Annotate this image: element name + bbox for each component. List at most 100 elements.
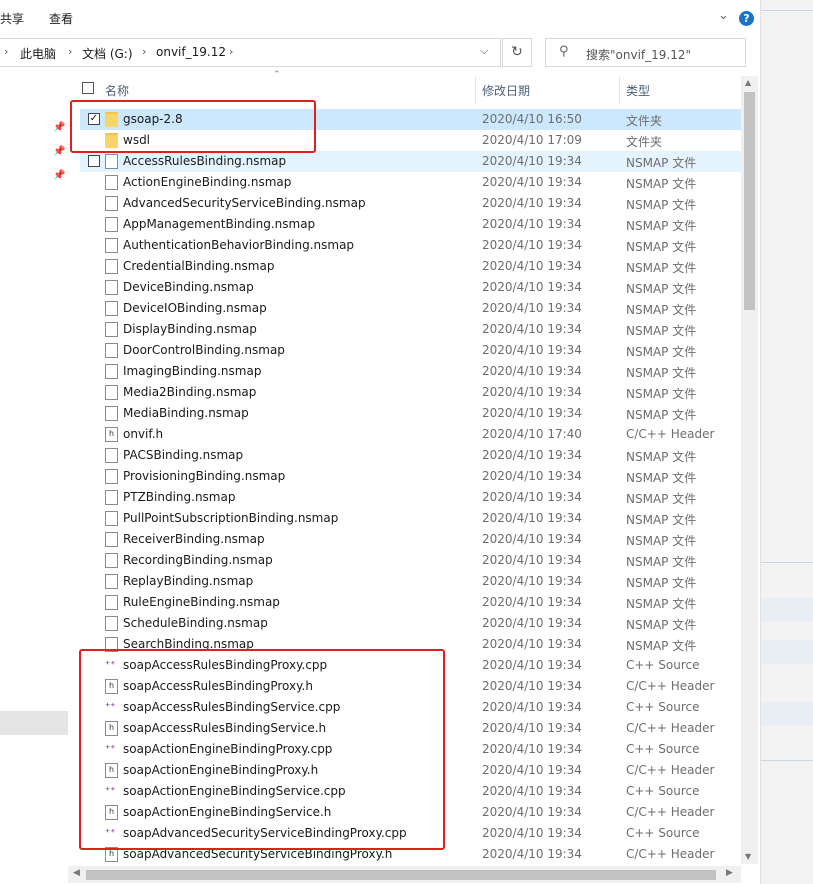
file-row[interactable]: PACSBinding.nsmap 2020/4/10 19:34 NSMAP 文件 bbox=[80, 445, 741, 466]
file-name[interactable]: ProvisioningBinding.nsmap bbox=[123, 469, 285, 483]
column-divider[interactable] bbox=[619, 76, 620, 104]
file-row[interactable]: RuleEngineBinding.nsmap 2020/4/10 19:34 NS… bbox=[80, 592, 741, 613]
search-box[interactable]: ⚲ 搜索"onvif_19.12" bbox=[545, 38, 746, 67]
file-name[interactable]: ReceiverBinding.nsmap bbox=[123, 532, 265, 546]
file-date: 2020/4/10 19:34 bbox=[482, 679, 582, 693]
row-checkbox[interactable] bbox=[88, 155, 100, 167]
file-row[interactable]: ProvisioningBinding.nsmap 2020/4/10 19:34… bbox=[80, 466, 741, 487]
pin-icon[interactable]: 📌 bbox=[53, 170, 65, 181]
file-name[interactable]: onvif.h bbox=[123, 427, 163, 441]
file-name[interactable]: PullPointSubscriptionBinding.nsmap bbox=[123, 511, 338, 525]
file-name[interactable]: AppManagementBinding.nsmap bbox=[123, 217, 315, 231]
file-row[interactable]: ActionEngineBinding.nsmap 2020/4/10 19:34… bbox=[80, 172, 741, 193]
file-name[interactable]: DeviceIOBinding.nsmap bbox=[123, 301, 267, 315]
ribbon-tab-share[interactable]: 共享 bbox=[0, 10, 24, 27]
vertical-scroll-thumb[interactable] bbox=[744, 92, 755, 310]
file-date: 2020/4/10 19:34 bbox=[482, 658, 582, 672]
select-all-checkbox[interactable] bbox=[82, 82, 94, 94]
ribbon-tab-view[interactable]: 查看 bbox=[49, 10, 73, 27]
file-row[interactable]: AppManagementBinding.nsmap 2020/4/10 19:3… bbox=[80, 214, 741, 235]
horizontal-scroll-thumb[interactable] bbox=[86, 870, 716, 880]
file-row[interactable]: onvif.h 2020/4/10 17:40 C/C++ Header bbox=[80, 424, 741, 445]
file-date: 2020/4/10 19:34 bbox=[482, 322, 582, 336]
file-date: 2020/4/10 19:34 bbox=[482, 490, 582, 504]
file-row[interactable]: ImagingBinding.nsmap 2020/4/10 19:34 NSMAP… bbox=[80, 361, 741, 382]
file-name[interactable]: DisplayBinding.nsmap bbox=[123, 322, 257, 336]
file-date: 2020/4/10 19:34 bbox=[482, 511, 582, 525]
column-divider[interactable] bbox=[475, 76, 476, 104]
file-row[interactable]: ReceiverBinding.nsmap 2020/4/10 19:34 NSMA… bbox=[80, 529, 741, 550]
breadcrumb-separator-icon[interactable]: › bbox=[229, 45, 233, 58]
file-row[interactable]: MediaBinding.nsmap 2020/4/10 19:34 NSMAP 文… bbox=[80, 403, 741, 424]
vertical-scrollbar[interactable]: ▲ ▼ bbox=[741, 76, 758, 864]
pin-icon[interactable]: 📌 bbox=[53, 122, 65, 133]
file-name[interactable]: DoorControlBinding.nsmap bbox=[123, 343, 285, 357]
file-name[interactable]: CredentialBinding.nsmap bbox=[123, 259, 274, 273]
file-row[interactable]: RecordingBinding.nsmap 2020/4/10 19:34 NSM… bbox=[80, 550, 741, 571]
help-icon[interactable]: ? bbox=[739, 11, 754, 26]
file-type: NSMAP 文件 bbox=[626, 597, 697, 611]
file-row[interactable]: ReplayBinding.nsmap 2020/4/10 19:34 NSMAP … bbox=[80, 571, 741, 592]
file-row[interactable]: AuthenticationBehaviorBinding.nsmap 2020/… bbox=[80, 235, 741, 256]
file-row[interactable]: Media2Binding.nsmap 2020/4/10 19:34 NSMAP … bbox=[80, 382, 741, 403]
file-row[interactable]: AccessRulesBinding.nsmap 2020/4/10 19:34 N… bbox=[80, 151, 741, 172]
file-name[interactable]: ActionEngineBinding.nsmap bbox=[123, 175, 291, 189]
file-row[interactable]: DeviceIOBinding.nsmap 2020/4/10 19:34 NSMA… bbox=[80, 298, 741, 319]
nsmap-file-icon bbox=[105, 217, 118, 232]
file-name[interactable]: AccessRulesBinding.nsmap bbox=[123, 154, 286, 168]
address-bar[interactable]: › 此电脑 › 文档 (G:) › onvif_19.12 › ⌵ bbox=[0, 38, 501, 67]
ribbon-expand-chevron-icon[interactable]: ⌄ bbox=[718, 8, 729, 23]
file-type: NSMAP 文件 bbox=[626, 240, 697, 254]
breadcrumb-this-pc[interactable]: 此电脑 bbox=[20, 45, 56, 62]
scroll-right-icon[interactable]: ▶ bbox=[726, 868, 733, 878]
file-type: NSMAP 文件 bbox=[626, 303, 697, 317]
scroll-up-icon[interactable]: ▲ bbox=[745, 78, 751, 87]
file-row[interactable]: PullPointSubscriptionBinding.nsmap 2020/4… bbox=[80, 508, 741, 529]
file-row[interactable]: DisplayBinding.nsmap 2020/4/10 19:34 NSMAP… bbox=[80, 319, 741, 340]
file-date: 2020/4/10 17:09 bbox=[482, 133, 582, 147]
file-row[interactable]: AdvancedSecurityServiceBinding.nsmap 2020… bbox=[80, 193, 741, 214]
file-row[interactable]: CredentialBinding.nsmap 2020/4/10 19:34 NS… bbox=[80, 256, 741, 277]
column-header-date[interactable]: 修改日期 bbox=[482, 82, 530, 99]
refresh-button[interactable]: ↻ bbox=[502, 38, 532, 67]
column-header-name[interactable]: 名称 bbox=[105, 82, 129, 99]
file-name[interactable]: PACSBinding.nsmap bbox=[123, 448, 243, 462]
background-row bbox=[761, 640, 813, 664]
breadcrumb-separator-icon[interactable]: › bbox=[68, 45, 72, 58]
file-date: 2020/4/10 19:34 bbox=[482, 700, 582, 714]
scroll-down-icon[interactable]: ▼ bbox=[745, 852, 751, 861]
file-row[interactable]: ScheduleBinding.nsmap 2020/4/10 19:34 NSMA… bbox=[80, 613, 741, 634]
file-name[interactable]: ReplayBinding.nsmap bbox=[123, 574, 253, 588]
file-row[interactable]: PTZBinding.nsmap 2020/4/10 19:34 NSMAP 文件 bbox=[80, 487, 741, 508]
file-row[interactable]: DeviceBinding.nsmap 2020/4/10 19:34 NSMAP … bbox=[80, 277, 741, 298]
file-name[interactable]: PTZBinding.nsmap bbox=[123, 490, 235, 504]
file-name[interactable]: ImagingBinding.nsmap bbox=[123, 364, 261, 378]
file-type: NSMAP 文件 bbox=[626, 639, 697, 653]
horizontal-scrollbar[interactable]: ◀ ▶ bbox=[68, 866, 741, 883]
breadcrumb-current-folder[interactable]: onvif_19.12 bbox=[156, 45, 226, 59]
file-date: 2020/4/10 19:34 bbox=[482, 364, 582, 378]
file-type: C++ Source bbox=[626, 742, 700, 756]
navigation-pane[interactable]: 📌 📌 📌 bbox=[0, 68, 68, 884]
highlight-box-folders bbox=[70, 100, 316, 153]
file-type: NSMAP 文件 bbox=[626, 513, 697, 527]
file-date: 2020/4/10 19:34 bbox=[482, 784, 582, 798]
address-history-dropdown-icon[interactable]: ⌵ bbox=[480, 44, 488, 58]
file-name[interactable]: RuleEngineBinding.nsmap bbox=[123, 595, 280, 609]
scroll-left-icon[interactable]: ◀ bbox=[73, 868, 80, 878]
navigation-selected-item[interactable] bbox=[0, 711, 68, 735]
file-name[interactable]: RecordingBinding.nsmap bbox=[123, 553, 273, 567]
pin-icon[interactable]: 📌 bbox=[53, 146, 65, 157]
breadcrumb-drive-g[interactable]: 文档 (G:) bbox=[82, 45, 133, 62]
file-type: NSMAP 文件 bbox=[626, 156, 697, 170]
file-date: 2020/4/10 19:34 bbox=[482, 301, 582, 315]
file-name[interactable]: AdvancedSecurityServiceBinding.nsmap bbox=[123, 196, 366, 210]
file-name[interactable]: Media2Binding.nsmap bbox=[123, 385, 256, 399]
file-name[interactable]: AuthenticationBehaviorBinding.nsmap bbox=[123, 238, 354, 252]
column-header-type[interactable]: 类型 bbox=[626, 82, 650, 99]
file-name[interactable]: MediaBinding.nsmap bbox=[123, 406, 249, 420]
file-name[interactable]: DeviceBinding.nsmap bbox=[123, 280, 254, 294]
breadcrumb-separator-icon[interactable]: › bbox=[142, 45, 146, 58]
file-name[interactable]: ScheduleBinding.nsmap bbox=[123, 616, 268, 630]
file-row[interactable]: DoorControlBinding.nsmap 2020/4/10 19:34 N… bbox=[80, 340, 741, 361]
